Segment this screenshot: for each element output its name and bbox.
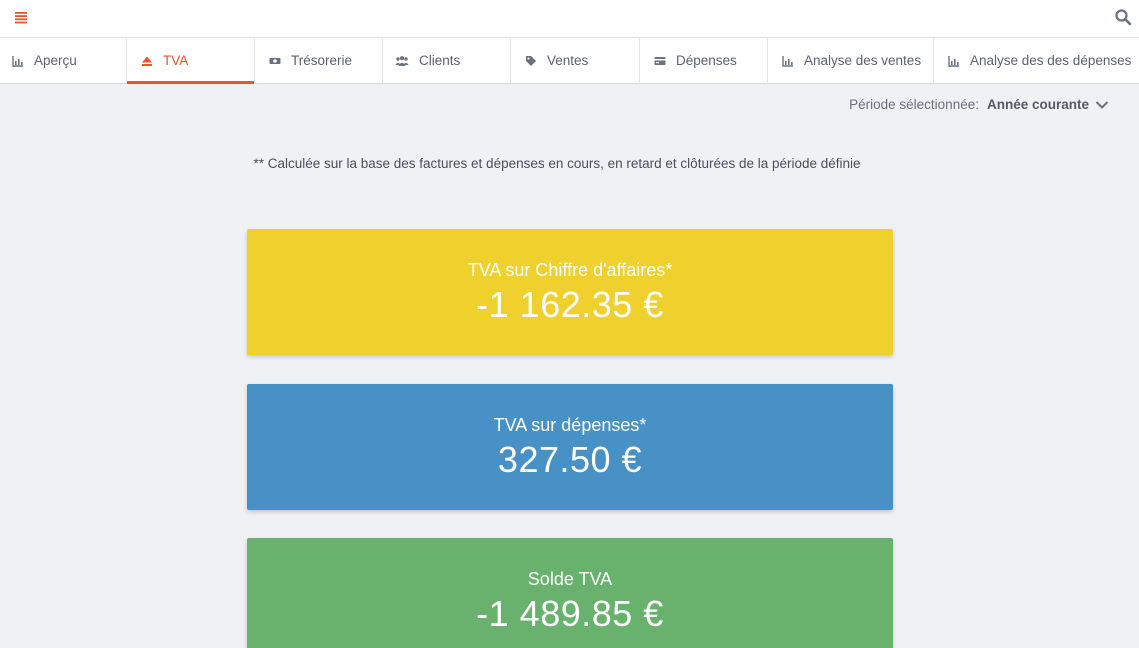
bar-chart-icon bbox=[782, 55, 793, 67]
card-value: 327.50 € bbox=[497, 439, 643, 480]
tab-tresorerie[interactable]: Trésorerie bbox=[255, 38, 383, 83]
vat-expenses-card: TVA sur dépenses* 327.50 € bbox=[247, 384, 893, 510]
tab-tva[interactable]: TVA bbox=[127, 38, 255, 84]
tab-label: Analyse des ventes bbox=[804, 53, 922, 68]
tab-label: Trésorerie bbox=[291, 53, 353, 68]
vat-balance-card: Solde TVA -1 489.85 € bbox=[247, 538, 893, 648]
money-icon bbox=[269, 57, 281, 64]
tab-label: Analyse des des dépenses bbox=[970, 53, 1132, 68]
tab-analyse-ventes[interactable]: Analyse des ventes bbox=[768, 38, 934, 83]
tab-ventes[interactable]: Ventes bbox=[511, 38, 640, 83]
top-bar bbox=[0, 0, 1139, 38]
tab-label: Dépenses bbox=[676, 53, 737, 68]
hamburger-menu-icon[interactable] bbox=[14, 10, 28, 24]
card-label: Solde TVA bbox=[527, 569, 613, 589]
tab-apercu[interactable]: Aperçu bbox=[0, 38, 127, 83]
eject-icon bbox=[142, 56, 152, 66]
bar-chart-icon bbox=[948, 55, 959, 67]
bar-chart-icon bbox=[12, 55, 23, 67]
period-value[interactable]: Année courante bbox=[987, 97, 1089, 112]
tab-clients[interactable]: Clients bbox=[383, 38, 511, 83]
card-label: TVA sur dépenses* bbox=[493, 415, 647, 435]
tab-label: TVA bbox=[163, 53, 189, 68]
credit-card-icon bbox=[654, 56, 666, 65]
vat-revenue-card: TVA sur Chiffre d'affaires* -1 162.35 € bbox=[247, 229, 893, 355]
tags-icon bbox=[526, 55, 536, 66]
card-value: -1 489.85 € bbox=[476, 593, 664, 634]
period-selector: Période sélectionnée: Année courante bbox=[849, 97, 1109, 112]
tab-label: Ventes bbox=[547, 53, 589, 68]
search-icon[interactable] bbox=[1114, 8, 1132, 26]
tab-depenses[interactable]: Dépenses bbox=[640, 38, 768, 83]
tab-label: Aperçu bbox=[34, 53, 77, 68]
tab-label: Clients bbox=[419, 53, 461, 68]
calculation-note: ** Calculée sur la base des factures et … bbox=[253, 156, 861, 171]
period-label: Période sélectionnée: bbox=[849, 97, 979, 112]
users-icon bbox=[395, 55, 409, 66]
chevron-down-icon[interactable] bbox=[1095, 98, 1109, 112]
card-value: -1 162.35 € bbox=[476, 284, 664, 325]
tab-analyse-depenses[interactable]: Analyse des des dépenses bbox=[934, 38, 1139, 83]
card-label: TVA sur Chiffre d'affaires* bbox=[467, 260, 673, 280]
tab-bar: Aperçu TVA Trésorerie Clients Ventes Dép… bbox=[0, 38, 1139, 84]
